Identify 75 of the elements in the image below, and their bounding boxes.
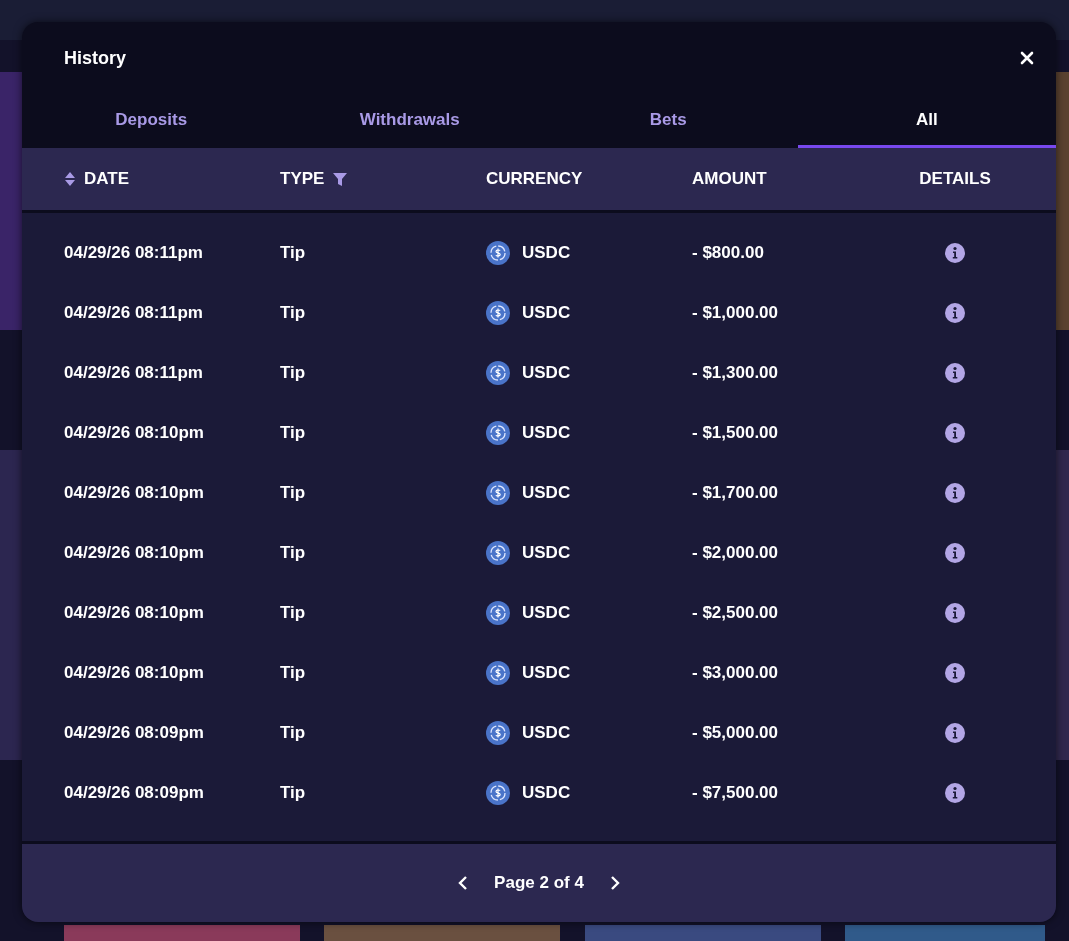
coin-icon bbox=[486, 661, 510, 685]
amount-cell: - $3,000.00 bbox=[692, 663, 778, 683]
currency-cell: USDC bbox=[522, 303, 571, 323]
tab[interactable]: Bets bbox=[539, 94, 798, 148]
coin-icon bbox=[486, 601, 510, 625]
type-cell: Tip bbox=[280, 723, 306, 743]
date-cell: 04/29/26 08:11pm bbox=[64, 303, 203, 323]
type-cell: Tip bbox=[280, 543, 306, 563]
date-cell: 04/29/26 08:10pm bbox=[64, 603, 204, 623]
column-header: AMOUNT bbox=[692, 169, 767, 189]
amount-cell: - $7,500.00 bbox=[692, 783, 778, 803]
amount-cell: - $2,000.00 bbox=[692, 543, 778, 563]
coin-icon bbox=[486, 481, 510, 505]
filter-icon[interactable] bbox=[332, 171, 349, 187]
coin-icon bbox=[486, 421, 510, 445]
column-header: CURRENCY bbox=[486, 169, 583, 189]
coin-icon bbox=[486, 241, 510, 265]
date-cell: 04/29/26 08:10pm bbox=[64, 663, 204, 683]
date-cell: 04/29/26 08:11pm bbox=[64, 363, 203, 383]
tab[interactable]: Deposits bbox=[22, 94, 281, 148]
date-cell: 04/29/26 08:10pm bbox=[64, 423, 204, 443]
info-icon[interactable] bbox=[945, 723, 965, 743]
info-icon[interactable] bbox=[945, 483, 965, 503]
info-icon[interactable] bbox=[945, 663, 965, 683]
amount-cell: - $1,000.00 bbox=[692, 303, 778, 323]
close-icon[interactable] bbox=[1020, 51, 1034, 65]
currency-cell: USDC bbox=[522, 423, 571, 443]
currency-cell: USDC bbox=[522, 543, 571, 563]
amount-cell: - $2,500.00 bbox=[692, 603, 778, 623]
coin-icon bbox=[486, 721, 510, 745]
info-icon[interactable] bbox=[945, 783, 965, 803]
amount-cell: - $1,700.00 bbox=[692, 483, 778, 503]
currency-cell: USDC bbox=[522, 243, 571, 263]
type-cell: Tip bbox=[280, 303, 306, 323]
date-cell: 04/29/26 08:11pm bbox=[64, 243, 203, 263]
date-cell: 04/29/26 08:10pm bbox=[64, 483, 204, 503]
amount-cell: - $5,000.00 bbox=[692, 723, 778, 743]
info-icon[interactable] bbox=[945, 363, 965, 383]
currency-cell: USDC bbox=[522, 483, 571, 503]
type-cell: Tip bbox=[280, 783, 306, 803]
coin-icon bbox=[486, 781, 510, 805]
previous-page-icon[interactable] bbox=[458, 875, 469, 891]
column-header: TYPE bbox=[280, 169, 325, 189]
amount-cell: - $1,300.00 bbox=[692, 363, 778, 383]
modal-title: History bbox=[64, 47, 126, 69]
type-cell: Tip bbox=[280, 663, 306, 683]
type-cell: Tip bbox=[280, 603, 306, 623]
coin-icon bbox=[486, 541, 510, 565]
column-header: DATE bbox=[84, 169, 129, 189]
currency-cell: USDC bbox=[522, 363, 571, 383]
type-cell: Tip bbox=[280, 483, 306, 503]
page-indicator: Page 2 of 4 bbox=[494, 873, 584, 893]
amount-cell: - $800.00 bbox=[692, 243, 764, 263]
date-cell: 04/29/26 08:09pm bbox=[64, 723, 204, 743]
info-icon[interactable] bbox=[945, 603, 965, 623]
column-header: DETAILS bbox=[919, 169, 991, 189]
amount-cell: - $1,500.00 bbox=[692, 423, 778, 443]
coin-icon bbox=[486, 361, 510, 385]
date-cell: 04/29/26 08:10pm bbox=[64, 543, 204, 563]
type-cell: Tip bbox=[280, 363, 306, 383]
coin-icon bbox=[486, 301, 510, 325]
currency-cell: USDC bbox=[522, 603, 571, 623]
currency-cell: USDC bbox=[522, 723, 571, 743]
info-icon[interactable] bbox=[945, 423, 965, 443]
currency-cell: USDC bbox=[522, 783, 571, 803]
currency-cell: USDC bbox=[522, 663, 571, 683]
date-cell: 04/29/26 08:09pm bbox=[64, 783, 204, 803]
info-icon[interactable] bbox=[945, 243, 965, 263]
type-cell: Tip bbox=[280, 423, 306, 443]
tab[interactable]: Withdrawals bbox=[280, 94, 539, 148]
next-page-icon[interactable] bbox=[609, 875, 620, 891]
type-cell: Tip bbox=[280, 243, 306, 263]
info-icon[interactable] bbox=[945, 543, 965, 563]
info-icon[interactable] bbox=[945, 303, 965, 323]
sort-icon[interactable] bbox=[64, 171, 76, 187]
